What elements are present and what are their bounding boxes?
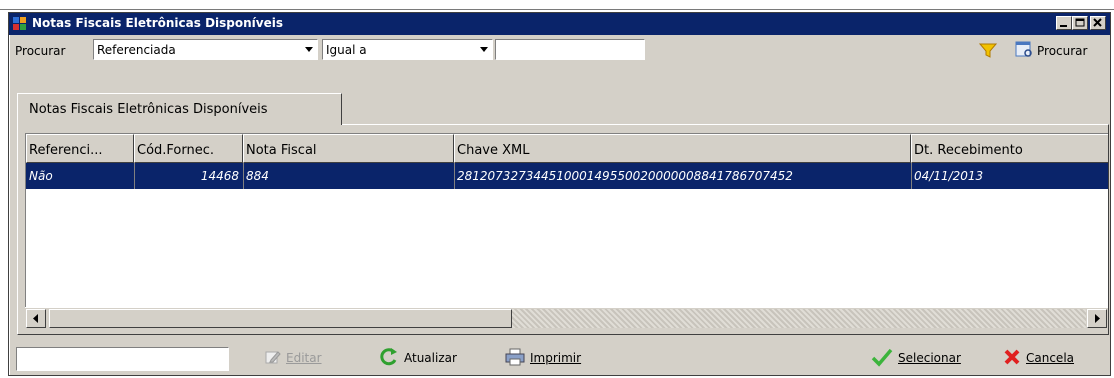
bottom-text-input[interactable] [16, 347, 229, 371]
printer-icon [505, 348, 525, 369]
refresh-icon [379, 347, 399, 370]
column-header-nota-fiscal[interactable]: Nota Fiscal [243, 134, 454, 163]
search-field-value: Referenciada [97, 43, 176, 57]
cell-cod-fornec: 14468 [200, 169, 239, 183]
search-text-input[interactable] [495, 39, 645, 60]
cell-referenciada: Não [29, 169, 53, 183]
scroll-left-button[interactable] [26, 309, 46, 328]
cancel-x-icon [1003, 348, 1021, 369]
selecionar-label: Selecionar [898, 351, 961, 365]
selecionar-button[interactable]: Selecionar [871, 347, 961, 369]
row-divider [134, 163, 135, 189]
window-title: Notas Fiscais Eletrônicas Disponíveis [32, 16, 283, 30]
data-grid[interactable]: Referenci... Cód.Fornec. Nota Fiscal Cha… [25, 133, 1108, 329]
cell-nota-fiscal: 884 [246, 169, 269, 183]
search-field-select[interactable]: Referenciada [93, 39, 318, 60]
minimize-icon[interactable] [1056, 16, 1072, 30]
row-divider [454, 163, 455, 189]
imprimir-label: Imprimir [530, 351, 582, 365]
procurar-button-label: Procurar [1037, 43, 1088, 58]
search-operator-select[interactable]: Igual a [322, 39, 493, 60]
search-row: Procurar Referenciada Igual a Procurar [9, 39, 1110, 65]
search-operator-value: Igual a [326, 43, 367, 57]
cell-chave-xml: 2812073273445100014955002000000884178670… [457, 169, 793, 183]
maximize-icon[interactable] [1072, 16, 1088, 30]
top-strip [0, 0, 1114, 10]
editar-label: Editar [286, 351, 322, 365]
check-icon [871, 347, 893, 370]
cancela-label: Cancela [1026, 351, 1075, 365]
atualizar-button[interactable]: Atualizar [379, 347, 457, 369]
column-header-cod-fornec[interactable]: Cód.Fornec. [134, 134, 243, 163]
tab-notas-fiscais[interactable]: Notas Fiscais Eletrônicas Disponíveis [17, 93, 342, 125]
title-bar[interactable]: Notas Fiscais Eletrônicas Disponíveis [9, 13, 1110, 35]
editar-button[interactable]: Editar [265, 347, 322, 369]
column-header-referenciada[interactable]: Referenci... [26, 134, 134, 163]
cell-dt-recebimento: 04/11/2013 [914, 169, 984, 183]
atualizar-label: Atualizar [404, 351, 457, 365]
table-row[interactable]: Não 14468 884 28120732734451000149550020… [26, 163, 1108, 189]
cancela-button[interactable]: Cancela [1003, 347, 1074, 369]
row-divider [243, 163, 244, 189]
imprimir-button[interactable]: Imprimir [505, 347, 581, 369]
procurar-button[interactable]: Procurar [1015, 40, 1087, 61]
scroll-right-button[interactable] [1087, 309, 1107, 328]
bottom-toolbar: Editar Atualizar Imprimir Selecionar Can [9, 343, 1110, 373]
close-icon[interactable] [1090, 16, 1106, 30]
horizontal-scrollbar[interactable] [25, 307, 1108, 329]
row-divider [911, 163, 912, 189]
chevron-down-icon[interactable] [480, 47, 488, 52]
procurar-label: Procurar [15, 44, 66, 58]
column-header-chave-xml[interactable]: Chave XML [454, 134, 911, 163]
scroll-thumb[interactable] [49, 309, 512, 328]
tab-label: Notas Fiscais Eletrônicas Disponíveis [29, 102, 268, 117]
edit-icon [265, 349, 281, 368]
dialog-window: Notas Fiscais Eletrônicas Disponíveis Pr… [8, 12, 1111, 376]
search-window-icon [1015, 40, 1033, 61]
column-header-dt-recebimento[interactable]: Dt. Recebimento [911, 134, 1108, 163]
chevron-down-icon[interactable] [305, 47, 313, 52]
filter-icon[interactable] [978, 42, 998, 61]
app-icon [13, 17, 27, 31]
